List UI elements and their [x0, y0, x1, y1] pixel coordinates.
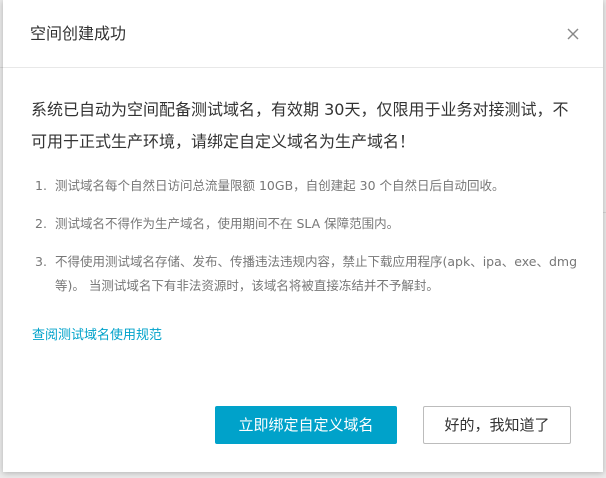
dialog-body: 系统已自动为空间配备测试域名，有效期 30天，仅限用于业务对接测试，不可用于正式…: [31, 94, 579, 312]
rule-text: 测试域名不得作为生产域名，使用期间不在 SLA 保障范围内。: [55, 216, 400, 231]
rule-number: 1.: [35, 178, 47, 193]
rule-item: 2. 测试域名不得作为生产域名，使用期间不在 SLA 保障范围内。: [31, 212, 579, 236]
success-dialog: 空间创建成功 系统已自动为空间配备测试域名，有效期 30天，仅限用于业务对接测试…: [3, 0, 603, 472]
rule-number: 3.: [35, 254, 47, 269]
rule-text: 测试域名每个自然日访问总流量限额 10GB，自创建起 30 个自然日后自动回收。: [55, 178, 505, 193]
rule-item: 1. 测试域名每个自然日访问总流量限额 10GB，自创建起 30 个自然日后自动…: [31, 174, 579, 198]
dialog-header: 空间创建成功: [3, 0, 603, 68]
rule-number: 2.: [35, 216, 47, 231]
rules-list: 1. 测试域名每个自然日访问总流量限额 10GB，自创建起 30 个自然日后自动…: [31, 174, 579, 298]
rule-text: 不得使用测试域名存储、发布、传播违法违规内容，禁止下载应用程序(apk、ipa、…: [55, 254, 577, 293]
spec-link[interactable]: 查阅测试域名使用规范: [32, 326, 162, 346]
lead-message: 系统已自动为空间配备测试域名，有效期 30天，仅限用于业务对接测试，不可用于正式…: [31, 100, 569, 151]
ok-button[interactable]: 好的，我知道了: [423, 406, 571, 444]
bind-domain-button[interactable]: 立即绑定自定义域名: [215, 406, 397, 444]
dialog-title: 空间创建成功: [30, 24, 127, 43]
close-icon[interactable]: [565, 26, 581, 42]
rule-item: 3. 不得使用测试域名存储、发布、传播违法违规内容，禁止下载应用程序(apk、i…: [31, 250, 579, 298]
